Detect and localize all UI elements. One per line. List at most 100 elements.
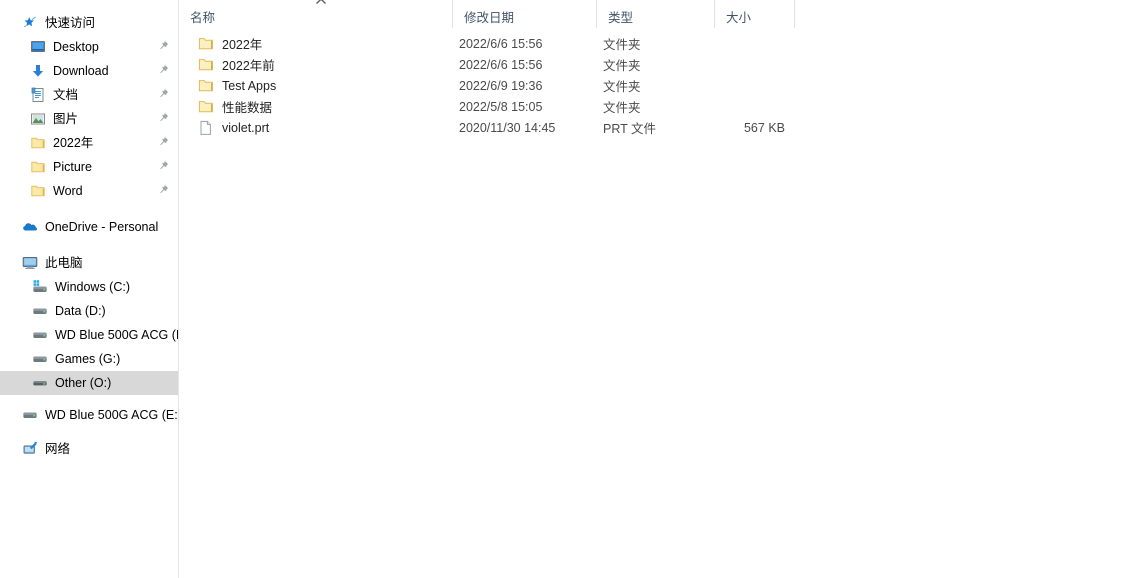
- file-explorer-window: 快速访问 Desktop Download 文档 图片 2022年 Pictur…: [0, 0, 1123, 578]
- nav-label: OneDrive - Personal: [45, 220, 159, 234]
- nav-item-desktop[interactable]: Desktop: [0, 35, 178, 59]
- nav-label: 2022年: [53, 136, 94, 150]
- column-header-date-modified[interactable]: 修改日期: [452, 0, 596, 28]
- pin-icon[interactable]: [156, 87, 170, 101]
- nav-label: Desktop: [53, 40, 99, 54]
- documents-icon: [30, 87, 46, 103]
- nav-label: 文档: [53, 88, 79, 102]
- file-name-label: 2022年: [222, 38, 263, 52]
- nav-group-spacer: [0, 239, 178, 251]
- nav-item-onedrive[interactable]: OneDrive - Personal: [0, 215, 178, 239]
- nav-group-spacer: [0, 427, 178, 437]
- nav-item-network[interactable]: 网络: [0, 437, 178, 461]
- file-icon: [198, 120, 214, 136]
- nav-label: 图片: [53, 112, 79, 126]
- file-name-label: 2022年前: [222, 59, 275, 73]
- drive-icon: [32, 303, 48, 319]
- nav-group-spacer: [0, 203, 178, 215]
- folder-icon: [198, 57, 214, 73]
- nav-item-data-d[interactable]: Data (D:): [0, 299, 178, 323]
- nav-item-wd-blue-i[interactable]: WD Blue 500G ACG (I: [0, 323, 178, 347]
- folder-icon: [30, 159, 46, 175]
- folder-icon: [30, 183, 46, 199]
- pictures-icon: [30, 111, 46, 127]
- file-date-cell: 2022/6/6 15:56: [459, 36, 543, 51]
- pin-icon[interactable]: [156, 159, 170, 173]
- nav-label: Word: [53, 184, 83, 198]
- pin-icon[interactable]: [156, 111, 170, 125]
- column-header-size[interactable]: 大小: [714, 0, 795, 28]
- nav-label: WD Blue 500G ACG (I: [55, 328, 178, 342]
- nav-item-quick-access[interactable]: 快速访问: [0, 11, 178, 35]
- nav-label: Picture: [53, 160, 92, 174]
- file-type-cell: PRT 文件: [603, 122, 657, 136]
- table-row[interactable]: 2022年 2022/6/6 15:56 文件夹: [179, 33, 1123, 54]
- folder-icon: [198, 99, 214, 115]
- drive-icon: [22, 407, 38, 423]
- column-header-label: 类型: [608, 11, 634, 25]
- file-type-cell: 文件夹: [603, 101, 641, 115]
- nav-group-spacer: [0, 395, 178, 403]
- nav-label: Windows (C:): [55, 280, 131, 294]
- file-name-cell[interactable]: violet.prt: [179, 120, 452, 136]
- nav-label: Other (O:): [55, 376, 112, 390]
- nav-item-pictures[interactable]: 图片: [0, 107, 178, 131]
- pin-icon[interactable]: [156, 63, 170, 77]
- column-header-label: 名称: [190, 11, 216, 25]
- drive-icon: [32, 327, 48, 343]
- drive-icon: [32, 351, 48, 367]
- column-header-name[interactable]: 名称: [179, 0, 452, 28]
- download-icon: [30, 63, 46, 79]
- folder-icon: [198, 36, 214, 52]
- table-row[interactable]: Test Apps 2022/6/9 19:36 文件夹: [179, 75, 1123, 96]
- file-name-label: violet.prt: [222, 120, 270, 135]
- nav-item-other-o[interactable]: Other (O:): [0, 371, 178, 395]
- navigation-pane[interactable]: 快速访问 Desktop Download 文档 图片 2022年 Pictur…: [0, 0, 179, 578]
- table-row[interactable]: violet.prt 2020/11/30 14:45 PRT 文件 567 K…: [179, 117, 1123, 138]
- column-header-type[interactable]: 类型: [596, 0, 714, 28]
- file-date-cell: 2020/11/30 14:45: [459, 120, 556, 135]
- drive-icon: [32, 375, 48, 391]
- nav-item-2022nian[interactable]: 2022年: [0, 131, 178, 155]
- nav-label: Data (D:): [55, 304, 106, 318]
- table-row[interactable]: 2022年前 2022/6/6 15:56 文件夹: [179, 54, 1123, 75]
- nav-item-word[interactable]: Word: [0, 179, 178, 203]
- network-icon: [22, 441, 38, 457]
- file-name-cell[interactable]: 2022年: [179, 34, 452, 53]
- file-name-label: 性能数据: [222, 101, 273, 115]
- pin-icon[interactable]: [156, 135, 170, 149]
- sort-ascending-icon: [315, 0, 327, 5]
- file-name-cell[interactable]: 2022年前: [179, 55, 452, 74]
- nav-label: 此电脑: [45, 256, 83, 270]
- nav-item-download[interactable]: Download: [0, 59, 178, 83]
- file-list-pane[interactable]: 名称 修改日期 类型 大小 2022年 2022/6/6 15:56 文件夹 2…: [179, 0, 1123, 578]
- file-date-cell: 2022/5/8 15:05: [459, 99, 543, 114]
- windows-drive-icon: [32, 279, 48, 295]
- column-header-label: 修改日期: [464, 11, 515, 25]
- pin-icon[interactable]: [156, 183, 170, 197]
- folder-icon: [30, 135, 46, 151]
- column-header-row[interactable]: 名称 修改日期 类型 大小: [179, 0, 795, 28]
- nav-item-games-g[interactable]: Games (G:): [0, 347, 178, 371]
- nav-item-this-pc[interactable]: 此电脑: [0, 251, 178, 275]
- file-name-cell[interactable]: Test Apps: [179, 78, 452, 94]
- nav-label: Download: [53, 64, 109, 78]
- file-name-cell[interactable]: 性能数据: [179, 97, 452, 116]
- nav-label: 网络: [45, 442, 71, 456]
- this-pc-icon: [22, 255, 38, 271]
- file-date-cell: 2022/6/6 15:56: [459, 57, 543, 72]
- nav-item-documents[interactable]: 文档: [0, 83, 178, 107]
- file-type-cell: 文件夹: [603, 59, 641, 73]
- cloud-icon: [22, 219, 38, 235]
- file-name-label: Test Apps: [222, 78, 277, 93]
- nav-item-windows-c[interactable]: Windows (C:): [0, 275, 178, 299]
- nav-item-wd-blue-e[interactable]: WD Blue 500G ACG (E:: [0, 403, 178, 427]
- file-list-body: 2022年 2022/6/6 15:56 文件夹 2022年前 2022/6/6…: [179, 33, 1123, 138]
- file-type-cell: 文件夹: [603, 80, 641, 94]
- file-type-cell: 文件夹: [603, 38, 641, 52]
- table-row[interactable]: 性能数据 2022/5/8 15:05 文件夹: [179, 96, 1123, 117]
- desktop-icon: [30, 39, 46, 55]
- pin-icon[interactable]: [156, 39, 170, 53]
- column-header-label: 大小: [726, 11, 752, 25]
- nav-item-picture[interactable]: Picture: [0, 155, 178, 179]
